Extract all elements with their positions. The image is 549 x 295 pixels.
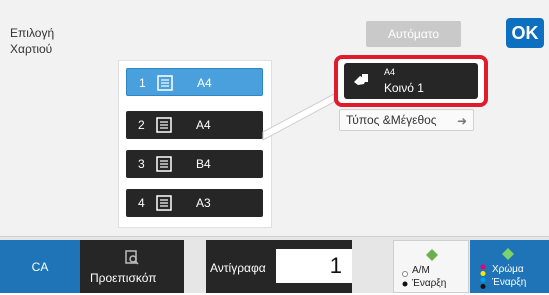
color-label: Χρώμα: [492, 264, 524, 275]
bw-start-button[interactable]: Α/Μ Έναρξη: [393, 240, 469, 293]
start-diamond-icon: [502, 247, 514, 260]
paper-type-label: Κοινό 1: [384, 81, 424, 95]
copies-label: Αντίγραφα: [210, 261, 266, 275]
preview-label: Προεπισκόπ: [90, 271, 157, 285]
paper-size-label: A4: [384, 67, 396, 77]
type-size-label: Τύπος &Μέγεθος: [346, 113, 437, 127]
copies-control[interactable]: Αντίγραφα 1: [206, 240, 352, 293]
cmyk-dots-icon: [480, 264, 486, 290]
start-diamond-icon: [426, 248, 438, 261]
paper-info-panel: A4 Κοινό 1: [344, 63, 478, 99]
color-start-button[interactable]: Χρώμα Έναρξη: [470, 240, 549, 293]
preview-button[interactable]: Προεπισκόπ: [80, 240, 184, 293]
bw-label: Α/Μ: [412, 265, 430, 276]
bw-start-label: Έναρξη: [412, 278, 447, 289]
arrow-right-icon: ➜: [456, 114, 467, 128]
color-start-label: Έναρξη: [492, 277, 527, 288]
hand-feed-paper-icon: [352, 72, 370, 90]
copies-value[interactable]: 1: [276, 249, 352, 283]
copy-paper-select-screen: Επιλογή Χαρτιού Αυτόματο OK 1 A4 2 A4 3 …: [0, 0, 549, 293]
type-size-button[interactable]: Τύπος &Μέγεθος ➜: [339, 109, 474, 131]
selected-paper-info[interactable]: A4 Κοινό 1: [334, 55, 488, 107]
bw-dots-icon: [402, 267, 408, 289]
preview-icon: [124, 250, 140, 266]
ca-button[interactable]: CA: [0, 240, 80, 293]
